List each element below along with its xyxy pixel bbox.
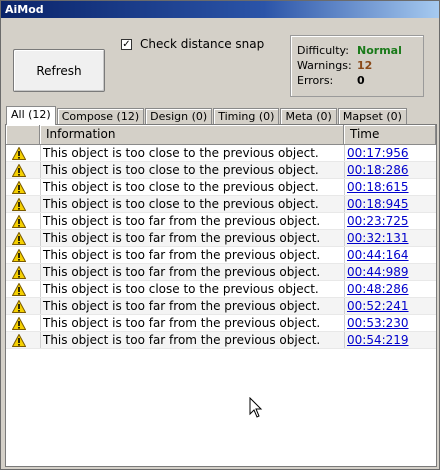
row-time: 00:48:286 [344,281,436,297]
row-time: 00:53:230 [344,315,436,331]
check-distance-checkbox[interactable]: ✓ [121,38,132,50]
time-link[interactable]: 00:53:230 [347,316,409,330]
warning-icon [12,215,26,228]
warning-icon [12,334,26,347]
warnings-label: Warnings: [297,59,352,72]
row-information: This object is too close to the previous… [40,145,344,161]
header-time[interactable]: Time [344,125,436,144]
list-header: Information Time [6,125,436,145]
warning-icon [12,300,26,313]
row-time: 00:18:945 [344,196,436,212]
warning-icon [12,181,26,194]
status-panel: Difficulty: Normal Warnings: 12 Errors: … [290,35,424,97]
warning-icon [12,283,26,296]
difficulty-label: Difficulty: [297,44,349,57]
row-information: This object is too close to the previous… [40,162,344,178]
warnings-value: 12 [357,59,373,72]
time-link[interactable]: 00:18:945 [347,197,409,211]
table-row[interactable]: This object is too far from the previous… [6,315,436,332]
time-link[interactable]: 00:32:131 [347,231,409,245]
row-information: This object is too far from the previous… [40,230,344,246]
time-link[interactable]: 00:18:615 [347,180,409,194]
row-information: This object is too far from the previous… [40,247,344,263]
warning-icon [12,164,26,177]
refresh-button[interactable]: Refresh [13,49,105,92]
row-time: 00:17:956 [344,145,436,161]
row-information: This object is too far from the previous… [40,264,344,280]
row-information: This object is too far from the previous… [40,298,344,314]
list-rows: This object is too close to the previous… [6,145,436,349]
time-link[interactable]: 00:44:989 [347,265,409,279]
table-row[interactable]: This object is too far from the previous… [6,247,436,264]
tab-timing[interactable]: Timing (0) [213,108,280,124]
table-row[interactable]: This object is too close to the previous… [6,162,436,179]
row-information: This object is too far from the previous… [40,213,344,229]
check-distance-label[interactable]: Check distance snap [140,37,264,51]
table-row[interactable]: This object is too close to the previous… [6,281,436,298]
time-link[interactable]: 00:44:164 [347,248,409,262]
row-time: 00:23:725 [344,213,436,229]
warning-icon [12,198,26,211]
aimod-window: AiMod Refresh ✓ Check distance snap Diff… [0,0,440,470]
tab-design[interactable]: Design (0) [145,108,213,124]
table-row[interactable]: This object is too far from the previous… [6,298,436,315]
errors-label: Errors: [297,74,334,87]
row-information: This object is too close to the previous… [40,196,344,212]
warning-icon [12,249,26,262]
row-time: 00:32:131 [344,230,436,246]
warning-icon [12,317,26,330]
tab-compose[interactable]: Compose (12) [56,108,145,124]
row-time: 00:18:286 [344,162,436,178]
time-link[interactable]: 00:54:219 [347,333,409,347]
time-link[interactable]: 00:23:725 [347,214,409,228]
header-information[interactable]: Information [40,125,344,144]
row-time: 00:54:219 [344,332,436,348]
time-link[interactable]: 00:52:241 [347,299,409,313]
table-row[interactable]: This object is too far from the previous… [6,230,436,247]
mouse-cursor-icon [249,397,263,418]
tab-mapset[interactable]: Mapset (0) [337,108,407,124]
row-time: 00:44:164 [344,247,436,263]
table-row[interactable]: This object is too far from the previous… [6,332,436,349]
tab-all[interactable]: All (12) [6,106,56,125]
time-link[interactable]: 00:18:286 [347,163,409,177]
table-row[interactable]: This object is too close to the previous… [6,145,436,162]
row-time: 00:44:989 [344,264,436,280]
table-row[interactable]: This object is too far from the previous… [6,213,436,230]
window-title: AiMod [1,1,439,18]
row-time: 00:18:615 [344,179,436,195]
warning-icon [12,232,26,245]
table-row[interactable]: This object is too close to the previous… [6,196,436,213]
warning-icon [12,266,26,279]
row-information: This object is too close to the previous… [40,281,344,297]
time-link[interactable]: 00:17:956 [347,146,409,160]
warning-icon [12,147,26,160]
header-icon-column[interactable] [6,125,40,144]
tab-meta[interactable]: Meta (0) [280,108,337,124]
row-time: 00:52:241 [344,298,436,314]
row-information: This object is too far from the previous… [40,332,344,348]
difficulty-value: Normal [357,44,402,57]
errors-value: 0 [357,74,365,87]
table-row[interactable]: This object is too close to the previous… [6,179,436,196]
table-row[interactable]: This object is too far from the previous… [6,264,436,281]
tab-strip: All (12) Compose (12) Design (0) Timing … [6,106,408,125]
time-link[interactable]: 00:48:286 [347,282,409,296]
row-information: This object is too close to the previous… [40,179,344,195]
row-information: This object is too far from the previous… [40,315,344,331]
check-distance-snap[interactable]: ✓ Check distance snap [121,37,264,51]
results-list[interactable]: Information Time This object is too clos… [5,124,437,467]
